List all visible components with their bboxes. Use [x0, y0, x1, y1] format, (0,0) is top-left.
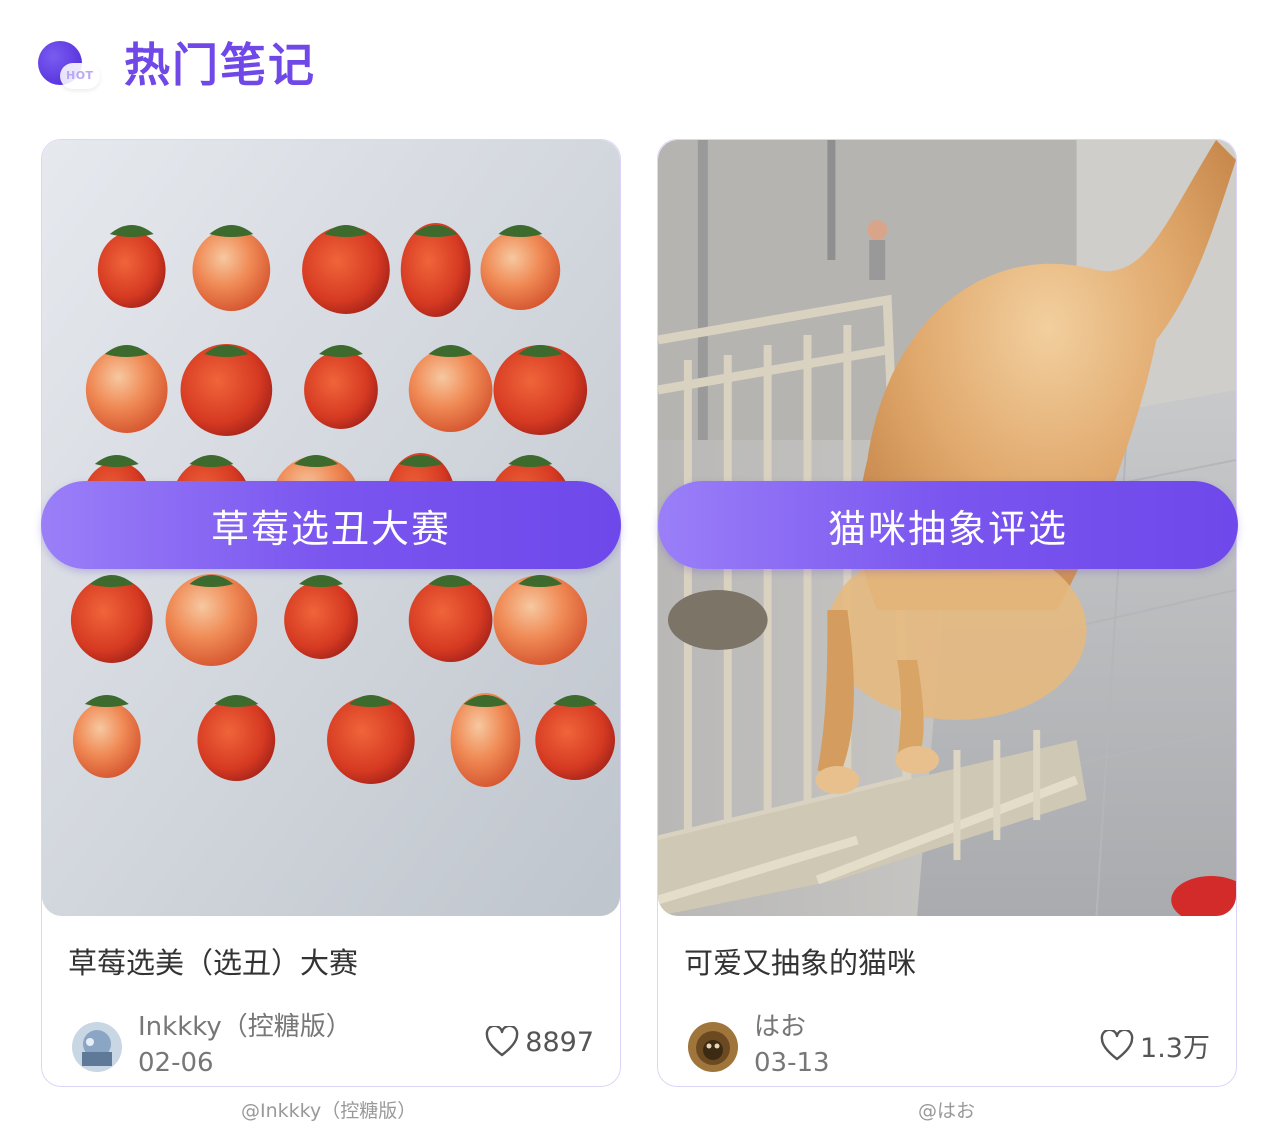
like-button[interactable]: 1.3万	[1100, 1026, 1210, 1065]
heart-icon	[1100, 1029, 1134, 1060]
note-card[interactable]: 可爱又抽象的猫咪 はお 03-13 1.3万	[657, 139, 1237, 1087]
note-banner[interactable]: 猫咪抽象评选	[658, 481, 1238, 569]
section-header: HOT 热门笔记	[38, 30, 316, 94]
note-banner[interactable]: 草莓选丑大赛	[41, 481, 621, 569]
note-title[interactable]: 草莓选美（选丑）大赛	[68, 940, 358, 982]
author-name[interactable]: はお	[754, 1006, 806, 1043]
note-title[interactable]: 可爱又抽象的猫咪	[684, 940, 916, 982]
photo-credit: @Inkkky（控糖版）	[241, 1100, 417, 1122]
post-date: 03-13	[754, 1048, 830, 1078]
like-count: 8897	[525, 1026, 594, 1058]
heart-icon	[485, 1026, 519, 1057]
post-date: 02-06	[138, 1048, 214, 1078]
hot-badge-icon: HOT	[38, 33, 100, 91]
photo-credit: @はお	[918, 1100, 976, 1122]
avatar[interactable]	[688, 1022, 738, 1072]
note-card[interactable]: 草莓选美（选丑）大赛 Inkkky（控糖版） 02-06 8897	[41, 139, 621, 1087]
section-title: 热门笔记	[124, 38, 316, 92]
avatar[interactable]	[72, 1022, 122, 1072]
author-name[interactable]: Inkkky（控糖版）	[138, 1006, 352, 1043]
like-count: 1.3万	[1140, 1033, 1210, 1064]
like-button[interactable]: 8897	[485, 1026, 594, 1058]
